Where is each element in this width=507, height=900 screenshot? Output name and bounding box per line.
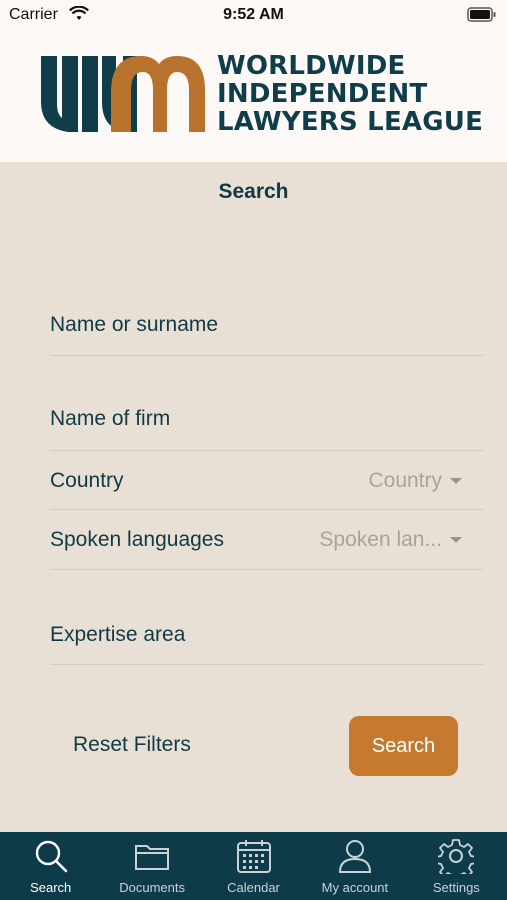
- country-select[interactable]: Country Country: [50, 451, 484, 510]
- page-title: Search: [218, 180, 289, 203]
- brand-logo-text: WORLDWIDE INDEPENDENT LAWYERS LEAGUE: [217, 52, 483, 136]
- languages-picker-value[interactable]: Spoken lan...: [319, 528, 442, 552]
- name-surname-label: Name or surname: [50, 313, 219, 336]
- country-picker-value[interactable]: Country: [368, 469, 442, 493]
- clock-time: 9:52 AM: [223, 6, 284, 23]
- folder-icon: [135, 845, 170, 870]
- app-header: WORLDWIDE INDEPENDENT LAWYERS LEAGUE: [0, 32, 507, 162]
- name-surname-field[interactable]: Name or surname: [50, 300, 484, 356]
- search-button[interactable]: Search: [349, 716, 458, 776]
- spoken-languages-select[interactable]: Spoken languages Spoken lan...: [50, 510, 484, 570]
- tab-bar: Search Documents Calendar My account Set…: [0, 832, 507, 900]
- tab-documents-label: Documents: [119, 880, 185, 895]
- user-icon: [338, 840, 371, 873]
- calendar-icon: [236, 840, 271, 873]
- firm-name-label: Name of firm: [50, 407, 171, 430]
- reset-filters-button[interactable]: Reset Filters: [73, 733, 191, 757]
- gear-icon: [438, 839, 475, 874]
- firm-name-field[interactable]: Name of firm: [50, 396, 484, 451]
- tab-my-account-label: My account: [321, 880, 389, 895]
- status-bar: Carrier 9:52 AM: [0, 0, 507, 32]
- brand-logo-mark: [41, 56, 205, 132]
- tab-my-account[interactable]: My account: [304, 832, 405, 900]
- tab-calendar[interactable]: Calendar: [203, 832, 304, 900]
- spoken-languages-label: Spoken languages: [50, 528, 224, 551]
- chevron-down-icon: [450, 537, 462, 543]
- battery-icon: [467, 7, 497, 28]
- tab-settings-label: Settings: [432, 880, 480, 895]
- expertise-area-field[interactable]: Expertise area: [50, 610, 484, 665]
- search-icon: [35, 840, 68, 873]
- tab-search[interactable]: Search: [0, 832, 101, 900]
- chevron-down-icon: [450, 478, 462, 484]
- tab-search-label: Search: [30, 880, 72, 895]
- logo-line-3: LAWYERS LEAGUE: [217, 107, 484, 137]
- tab-calendar-label: Calendar: [227, 880, 280, 895]
- expertise-area-label: Expertise area: [50, 623, 186, 646]
- tab-settings[interactable]: Settings: [406, 832, 507, 900]
- country-label: Country: [50, 469, 124, 492]
- tab-documents[interactable]: Documents: [101, 832, 202, 900]
- logo-line-2: INDEPENDENT: [217, 79, 428, 109]
- logo-line-1: WORLDWIDE: [217, 51, 406, 81]
